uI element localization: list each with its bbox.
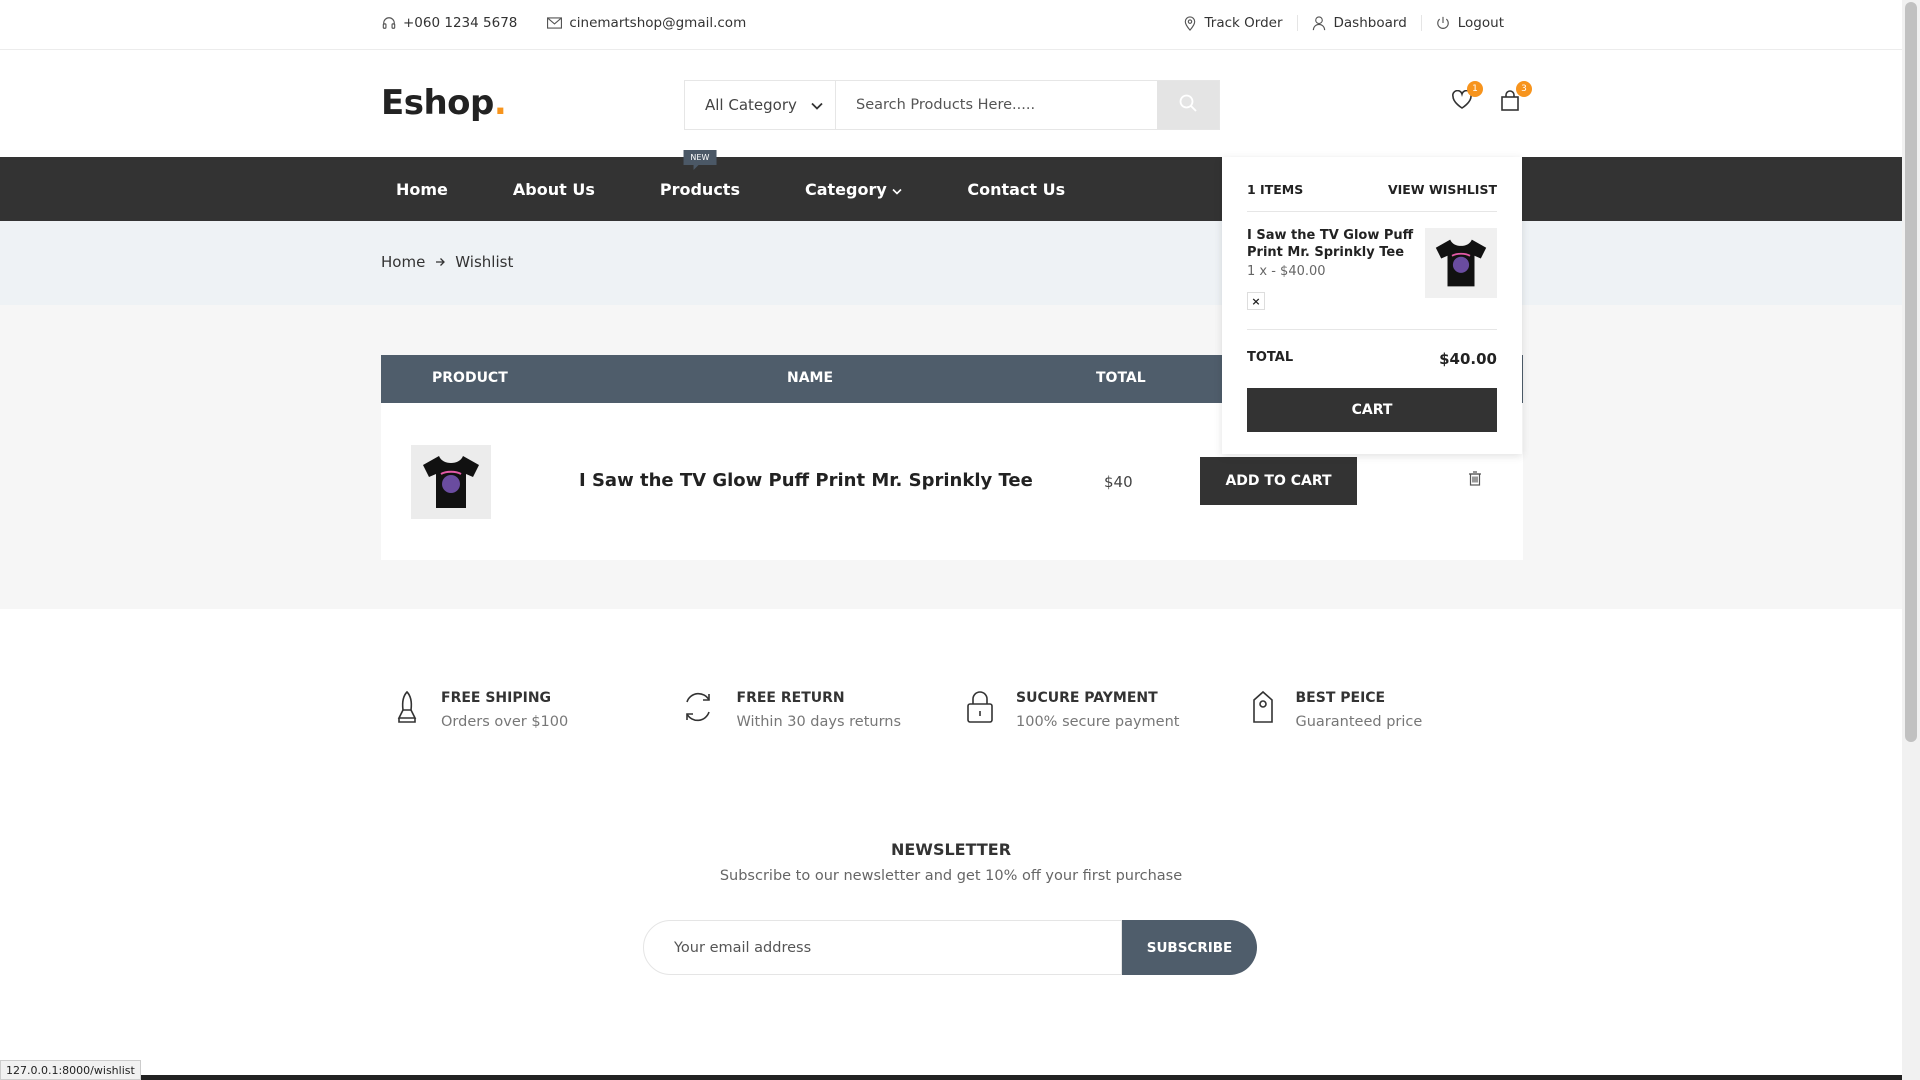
location-pin-icon xyxy=(1183,15,1198,31)
nav-label: Category xyxy=(804,179,887,199)
service-title: FREE SHIPING xyxy=(441,690,552,706)
dropdown-total: TOTAL $40.00 xyxy=(1247,330,1497,368)
category-select[interactable]: All Category xyxy=(685,81,836,129)
breadcrumb-band: Home Wishlist xyxy=(0,221,1902,305)
trash-icon[interactable] xyxy=(1469,471,1481,490)
power-icon xyxy=(1436,16,1451,31)
user-icon xyxy=(1312,15,1327,31)
nav-label: About Us xyxy=(512,179,595,199)
dropdown-item-image[interactable] xyxy=(1425,228,1497,298)
dropdown-item-qty: 1 x - $40.00 xyxy=(1247,264,1326,279)
service-payment: SUCURE PAYMENT 100% secure payment xyxy=(952,690,1238,730)
header-product: PRODUCT xyxy=(432,370,508,386)
total-amount: $40.00 xyxy=(1439,350,1497,368)
phone-text: +060 1234 5678 xyxy=(403,15,518,31)
breadcrumb: Home Wishlist xyxy=(381,253,513,271)
newsletter-form: SUBSCRIBE xyxy=(643,920,1257,975)
email-contact: cinemartshop@gmail.com xyxy=(547,15,746,31)
footer-edge xyxy=(0,1075,1902,1080)
service-subtitle: 100% secure payment xyxy=(1016,714,1180,730)
nav-item-about[interactable]: About Us xyxy=(498,180,610,199)
breadcrumb-current: Wishlist xyxy=(455,253,514,271)
email-text: cinemartshop@gmail.com xyxy=(569,15,747,31)
service-price: BEST PEICE Guaranteed price xyxy=(1238,690,1524,730)
logo-dot: . xyxy=(493,83,507,123)
status-bar-url: 127.0.0.1:8000/wishlist xyxy=(0,1060,141,1080)
lock-icon xyxy=(966,690,994,728)
logo-text: Eshop xyxy=(381,83,494,123)
subscribe-button[interactable]: SUBSCRIBE xyxy=(1122,920,1257,975)
category-select-value: All Category xyxy=(705,96,797,114)
newsletter-email-input[interactable] xyxy=(643,920,1122,975)
main-nav: Home About Us NEW Products Category Conta… xyxy=(0,149,1902,221)
scrollbar[interactable] xyxy=(1902,0,1920,1080)
dashboard-label: Dashboard xyxy=(1333,15,1407,31)
nav-item-contact[interactable]: Contact Us xyxy=(952,180,1080,199)
view-wishlist-link[interactable]: VIEW WISHLIST xyxy=(1388,182,1497,197)
scrollbar-thumb[interactable] xyxy=(1905,2,1917,742)
product-total: $40 xyxy=(1104,473,1133,491)
search-bar: All Category xyxy=(684,80,1220,130)
tag-icon xyxy=(1252,690,1274,728)
service-shipping: FREE SHIPING Orders over $100 xyxy=(381,690,667,730)
chevron-down-icon xyxy=(892,180,902,199)
envelope-icon xyxy=(547,16,563,31)
cart-button-dropdown[interactable]: CART xyxy=(1247,388,1497,432)
shopping-bag-icon xyxy=(1500,90,1520,116)
heart-icon xyxy=(1451,89,1473,114)
refresh-icon xyxy=(681,690,715,728)
items-count: 1 ITEMS xyxy=(1247,182,1304,197)
cart-button[interactable]: 3 xyxy=(1500,81,1532,116)
service-subtitle: Orders over $100 xyxy=(441,714,569,730)
nav-label: Products xyxy=(659,179,740,199)
track-order-link[interactable]: Track Order xyxy=(1169,15,1297,31)
search-button[interactable] xyxy=(1157,81,1219,129)
service-title: FREE RETURN xyxy=(736,690,845,706)
nav-item-home[interactable]: Home xyxy=(381,180,463,199)
rocket-icon xyxy=(395,690,419,728)
dropdown-header: 1 ITEMS VIEW WISHLIST xyxy=(1247,157,1497,212)
logout-label: Logout xyxy=(1457,15,1504,31)
search-icon xyxy=(1179,94,1197,116)
nav-item-category[interactable]: Category xyxy=(790,180,917,199)
services-row: FREE SHIPING Orders over $100 FREE RETUR… xyxy=(381,690,1523,730)
nav-label: Home xyxy=(396,179,448,199)
chevron-down-icon xyxy=(811,96,823,114)
search-input[interactable] xyxy=(836,81,1157,129)
tshirt-icon xyxy=(1435,239,1487,287)
site-logo[interactable]: Eshop. xyxy=(381,83,507,123)
remove-item-button[interactable]: × xyxy=(1247,292,1265,310)
newsletter-title: NEWSLETTER xyxy=(890,840,1012,859)
newsletter-subtitle: Subscribe to our newsletter and get 10% … xyxy=(719,868,1183,884)
cart-count-badge: 3 xyxy=(1516,81,1532,97)
cart-dropdown: 1 ITEMS VIEW WISHLIST I Saw the TV Glow … xyxy=(1222,157,1522,454)
breadcrumb-home[interactable]: Home xyxy=(381,253,425,271)
service-return: FREE RETURN Within 30 days returns xyxy=(667,690,953,730)
dropdown-item: I Saw the TV Glow Puff Print Mr. Sprinkl… xyxy=(1247,212,1497,330)
arrow-right-icon xyxy=(435,253,446,271)
service-subtitle: Guaranteed price xyxy=(1295,714,1423,730)
headset-icon xyxy=(381,16,396,31)
header-name: NAME xyxy=(787,370,834,386)
dashboard-link[interactable]: Dashboard xyxy=(1296,15,1421,31)
top-bar: +060 1234 5678 cinemartshop@gmail.com Tr… xyxy=(0,0,1902,50)
wishlist-button[interactable]: 1 xyxy=(1451,81,1483,114)
phone-contact: +060 1234 5678 xyxy=(381,15,517,31)
product-image[interactable] xyxy=(411,445,491,519)
nav-item-products[interactable]: NEW Products xyxy=(645,149,755,199)
tshirt-icon xyxy=(423,456,479,508)
add-to-cart-button[interactable]: ADD TO CART xyxy=(1200,457,1357,505)
service-title: SUCURE PAYMENT xyxy=(1016,690,1158,706)
nav-label: Contact Us xyxy=(967,179,1066,199)
product-name[interactable]: I Saw the TV Glow Puff Print Mr. Sprinkl… xyxy=(579,470,1033,491)
wishlist-count-badge: 1 xyxy=(1467,81,1483,97)
service-subtitle: Within 30 days returns xyxy=(736,714,902,730)
dropdown-item-name[interactable]: I Saw the TV Glow Puff Print Mr. Sprinkl… xyxy=(1247,227,1427,261)
total-label: TOTAL xyxy=(1247,350,1294,365)
logout-link[interactable]: Logout xyxy=(1420,15,1504,31)
track-order-label: Track Order xyxy=(1204,15,1283,31)
new-tag: NEW xyxy=(683,149,717,170)
header-total: TOTAL xyxy=(1096,370,1146,386)
service-title: BEST PEICE xyxy=(1295,690,1386,706)
